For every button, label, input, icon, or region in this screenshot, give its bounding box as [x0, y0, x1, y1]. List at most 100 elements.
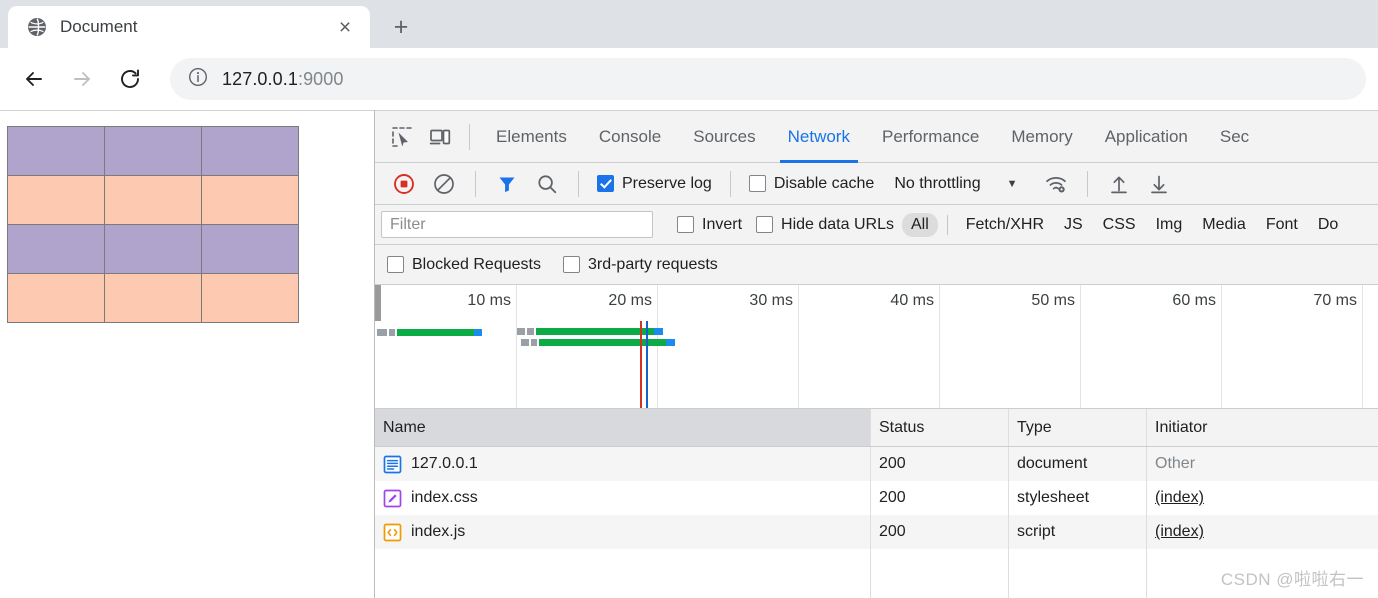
network-filter-bar-secondary: Blocked Requests 3rd-party requests: [375, 245, 1378, 285]
close-icon[interactable]: ×: [332, 14, 358, 40]
type-filter-all[interactable]: All: [901, 212, 938, 237]
overview-selection-handle[interactable]: [375, 285, 381, 321]
info-circle-icon[interactable]: [188, 67, 208, 92]
column-header-type[interactable]: Type: [1009, 409, 1147, 446]
table-row[interactable]: index.css 200 stylesheet (index): [375, 481, 1378, 515]
table-header-row: Name Status Type Initiator: [375, 409, 1378, 447]
new-tab-button[interactable]: +: [384, 10, 418, 44]
browser-toolbar: 127.0.0.1:9000: [0, 48, 1378, 110]
cell-type: stylesheet: [1009, 481, 1147, 515]
cell-name: index.css: [375, 481, 871, 515]
cell-name: index.js: [375, 515, 871, 549]
address-bar-url: 127.0.0.1:9000: [222, 69, 344, 90]
checkbox-box: [748, 175, 766, 192]
timeline-tick-label: 30 ms: [749, 292, 793, 309]
forward-button[interactable]: [60, 57, 104, 101]
timeline-tick-label: 70 ms: [1313, 292, 1357, 309]
throttling-select[interactable]: No throttling ▼: [882, 175, 1023, 193]
disable-cache-checkbox[interactable]: Disable cache: [743, 175, 881, 193]
timeline-gridline: [1362, 285, 1363, 408]
timeline-gridline: [1080, 285, 1081, 408]
table-cell: [104, 175, 202, 225]
column-header-status[interactable]: Status: [871, 409, 1009, 446]
cell-initiator: (index): [1147, 481, 1378, 515]
export-har-icon[interactable]: [1140, 165, 1178, 203]
filter-input[interactable]: Filter: [381, 211, 653, 238]
import-har-icon[interactable]: [1100, 165, 1138, 203]
search-icon[interactable]: [528, 165, 566, 203]
network-overview-timeline[interactable]: 10 ms 20 ms 30 ms 40 ms 50 ms 60 ms 70 m…: [375, 285, 1378, 409]
table-row[interactable]: 127.0.0.1 200 document Other: [375, 447, 1378, 481]
timeline-gridline: [657, 285, 658, 408]
network-toolbar: Preserve log Disable cache No throttling…: [375, 163, 1378, 205]
tab-memory[interactable]: Memory: [995, 111, 1088, 163]
chevron-down-icon: ▼: [1006, 177, 1018, 190]
device-toolbar-icon[interactable]: [421, 118, 459, 156]
preserve-log-label: Preserve log: [622, 174, 712, 192]
table-cell: [7, 273, 105, 323]
script-file-icon: [383, 523, 402, 542]
divider: [729, 170, 731, 197]
cell-status: 200: [871, 481, 1009, 515]
back-button[interactable]: [12, 57, 56, 101]
divider: [475, 170, 476, 197]
browser-tab-title: Document: [60, 17, 138, 36]
type-filter-css[interactable]: CSS: [1094, 213, 1145, 237]
timeline-gridline: [516, 285, 517, 408]
column-header-name[interactable]: Name: [375, 409, 871, 446]
cell-name: 127.0.0.1: [375, 447, 871, 481]
third-party-requests-checkbox[interactable]: 3rd-party requests: [562, 255, 718, 274]
record-stop-icon[interactable]: [385, 165, 423, 203]
request-name: index.js: [411, 523, 466, 540]
network-filter-bar: Filter Invert Hide data URLs All Fetch/X…: [375, 205, 1378, 245]
tab-application[interactable]: Application: [1089, 111, 1204, 163]
third-party-requests-label: 3rd-party requests: [587, 255, 718, 273]
table-row: [7, 273, 299, 323]
cell-initiator: (index): [1147, 515, 1378, 549]
timeline-tick-label: 50 ms: [1031, 292, 1075, 309]
type-filter-js[interactable]: JS: [1055, 213, 1092, 237]
table-cell: [201, 126, 299, 176]
demo-table-body: [7, 126, 299, 323]
divider: [1087, 170, 1089, 197]
column-header-initiator[interactable]: Initiator: [1147, 409, 1378, 446]
initiator-link[interactable]: (index): [1155, 489, 1204, 507]
wifi-settings-icon[interactable]: [1037, 165, 1075, 203]
table-row: [7, 175, 299, 225]
type-filter-img[interactable]: Img: [1147, 213, 1192, 237]
timeline-tick-label: 40 ms: [890, 292, 934, 309]
filler-cell: [375, 549, 871, 598]
timeline-tick-label: 60 ms: [1172, 292, 1216, 309]
reload-button[interactable]: [108, 57, 152, 101]
table-row[interactable]: index.js 200 script (index): [375, 515, 1378, 549]
divider: [578, 170, 579, 197]
preserve-log-checkbox[interactable]: Preserve log: [591, 175, 718, 193]
inspect-element-icon[interactable]: [383, 118, 421, 156]
type-filter-media[interactable]: Media: [1193, 213, 1255, 237]
cell-initiator: Other: [1147, 447, 1378, 481]
table-cell: [104, 224, 202, 274]
tab-network[interactable]: Network: [772, 111, 866, 163]
tab-performance[interactable]: Performance: [866, 111, 995, 163]
filler-cell: [1009, 549, 1147, 598]
type-filter-doc[interactable]: Do: [1309, 213, 1347, 237]
tab-security[interactable]: Sec: [1204, 111, 1265, 163]
blocked-requests-checkbox[interactable]: Blocked Requests: [387, 256, 541, 274]
filter-funnel-icon[interactable]: [488, 165, 526, 203]
type-filter-font[interactable]: Font: [1257, 213, 1307, 237]
tab-console[interactable]: Console: [583, 111, 677, 163]
invert-checkbox[interactable]: Invert: [671, 216, 748, 234]
hide-data-urls-checkbox[interactable]: Hide data URLs: [750, 216, 900, 234]
tab-sources[interactable]: Sources: [677, 111, 771, 163]
address-bar[interactable]: 127.0.0.1:9000: [170, 58, 1366, 100]
clear-icon[interactable]: [425, 165, 463, 203]
tab-elements[interactable]: Elements: [480, 111, 583, 163]
initiator-link[interactable]: (index): [1155, 523, 1204, 541]
request-timeline-bar: [521, 339, 675, 346]
table-cell: [104, 273, 202, 323]
checkbox-box: [756, 216, 774, 233]
timeline-tick-label: 20 ms: [608, 292, 652, 309]
browser-tab[interactable]: Document ×: [8, 6, 370, 48]
type-filter-fetch-xhr[interactable]: Fetch/XHR: [957, 213, 1053, 237]
hide-data-urls-label: Hide data URLs: [781, 215, 894, 233]
